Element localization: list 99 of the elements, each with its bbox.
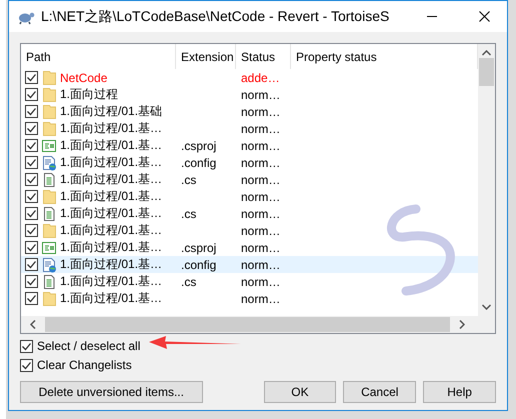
checkbox[interactable] bbox=[25, 292, 38, 305]
csharp-file-icon bbox=[41, 138, 57, 154]
checkbox[interactable] bbox=[25, 190, 38, 203]
status-text: norm… bbox=[241, 122, 280, 136]
extension-text: .csproj bbox=[181, 240, 216, 254]
checkbox[interactable] bbox=[20, 340, 33, 352]
extension-text: .config bbox=[181, 258, 216, 272]
checkbox-label[interactable]: Clear Changelists bbox=[37, 358, 132, 372]
column-header[interactable]: Status bbox=[236, 44, 291, 69]
checkbox[interactable] bbox=[25, 275, 38, 288]
file-row[interactable]: 1.面向过程/01.基… norm… bbox=[21, 188, 478, 205]
document-icon bbox=[41, 274, 57, 290]
path-text: NetCode bbox=[60, 70, 108, 84]
column-header[interactable]: Path bbox=[21, 44, 176, 69]
path-text: 1.面向过程/01.基础 bbox=[60, 103, 162, 120]
folder-icon bbox=[41, 104, 57, 120]
folder-icon bbox=[41, 290, 57, 306]
scroll-left-icon bbox=[30, 320, 36, 329]
extension-text: .cs bbox=[181, 274, 196, 288]
checkbox[interactable] bbox=[20, 358, 33, 372]
path-text: 1.面向过程/01.基… bbox=[60, 290, 162, 307]
status-text: norm… bbox=[241, 274, 280, 288]
config-file-icon bbox=[41, 256, 57, 272]
extension-text: .cs bbox=[181, 172, 196, 186]
scroll-thumb[interactable] bbox=[45, 317, 450, 332]
checkbox[interactable] bbox=[25, 105, 38, 118]
dialog-button[interactable]: OK bbox=[264, 381, 336, 403]
path-text: 1.面向过程/01.基… bbox=[60, 256, 162, 273]
status-text: norm… bbox=[241, 206, 280, 220]
file-row[interactable]: 1.面向过程/01.基… .cs norm… bbox=[21, 205, 478, 222]
file-row[interactable]: 1.面向过程/01.基… norm… bbox=[21, 120, 478, 137]
status-text: norm… bbox=[241, 240, 280, 254]
checkbox[interactable] bbox=[25, 207, 38, 220]
file-row[interactable]: 1.面向过程/01.基… .csproj norm… bbox=[21, 239, 478, 256]
checkbox[interactable] bbox=[25, 71, 38, 84]
file-row[interactable]: 1.面向过程/01.基… .cs norm… bbox=[21, 171, 478, 188]
checkbox[interactable] bbox=[25, 224, 38, 237]
status-text: norm… bbox=[241, 88, 280, 102]
file-row[interactable]: NetCode adde… bbox=[21, 69, 478, 86]
path-text: 1.面向过程/01.基… bbox=[60, 239, 162, 256]
file-row[interactable]: 1.面向过程/01.基… .cs norm… bbox=[21, 273, 478, 290]
status-text: adde… bbox=[241, 70, 280, 84]
checkbox[interactable] bbox=[25, 241, 38, 254]
path-text: 1.面向过程/01.基… bbox=[60, 205, 162, 222]
scroll-right-icon bbox=[459, 320, 465, 329]
folder-icon bbox=[41, 70, 57, 86]
dialog-button[interactable]: Cancel bbox=[343, 381, 416, 403]
path-text: 1.面向过程 bbox=[60, 86, 118, 103]
scroll-up-icon bbox=[482, 50, 491, 56]
checkbox[interactable] bbox=[25, 122, 38, 135]
checkbox[interactable] bbox=[25, 258, 38, 271]
folder-icon bbox=[41, 222, 57, 238]
checkbox-label[interactable]: Select / deselect all bbox=[37, 339, 140, 353]
status-text: norm… bbox=[241, 138, 280, 152]
minimize-icon bbox=[427, 16, 437, 17]
path-text: 1.面向过程/01.基… bbox=[60, 273, 162, 290]
file-row[interactable]: 1.面向过程/01.基础 norm… bbox=[21, 103, 478, 120]
path-text: 1.面向过程/01.基… bbox=[60, 171, 162, 188]
horizontal-scrollbar[interactable] bbox=[21, 316, 495, 333]
document-icon bbox=[41, 172, 57, 188]
status-text: norm… bbox=[241, 156, 280, 170]
close-icon bbox=[478, 11, 490, 22]
extension-text: .csproj bbox=[181, 138, 216, 152]
file-row[interactable]: 1.面向过程/01.基… norm… bbox=[21, 222, 478, 239]
status-text: norm… bbox=[241, 224, 280, 238]
document-icon bbox=[41, 206, 57, 222]
path-text: 1.面向过程/01.基… bbox=[60, 120, 162, 137]
file-row[interactable]: 1.面向过程/01.基… .config norm… bbox=[21, 256, 478, 273]
delete-unversioned-button[interactable]: Delete unversioned items... bbox=[20, 381, 203, 403]
window-title: L:\NET之路\LoTCodeBase\NetCode - Revert - TortoiseS bbox=[41, 8, 390, 26]
file-row[interactable]: 1.面向过程/01.基… .csproj norm… bbox=[21, 137, 478, 154]
path-text: 1.面向过程/01.基… bbox=[60, 137, 162, 154]
checkbox[interactable] bbox=[25, 139, 38, 152]
checkbox[interactable] bbox=[25, 173, 38, 186]
folder-icon bbox=[41, 120, 57, 136]
vertical-scrollbar[interactable] bbox=[478, 44, 495, 316]
scroll-thumb[interactable] bbox=[479, 58, 494, 86]
status-text: norm… bbox=[241, 258, 280, 272]
checkbox[interactable] bbox=[25, 88, 38, 101]
extension-text: .config bbox=[181, 156, 216, 170]
column-header[interactable]: Extension bbox=[176, 44, 236, 69]
status-text: norm… bbox=[241, 172, 280, 186]
config-file-icon bbox=[41, 154, 57, 170]
status-text: norm… bbox=[241, 104, 280, 118]
file-row[interactable]: 1.面向过程/01.基… norm… bbox=[21, 290, 478, 307]
scroll-down-icon bbox=[482, 304, 491, 310]
dialog-button[interactable]: Help bbox=[423, 381, 496, 403]
folder-icon bbox=[41, 188, 57, 204]
path-text: 1.面向过程/01.基… bbox=[60, 188, 162, 205]
status-text: norm… bbox=[241, 292, 280, 306]
path-text: 1.面向过程/01.基… bbox=[60, 222, 162, 239]
folder-icon bbox=[41, 86, 57, 102]
file-row[interactable]: 1.面向过程 norm… bbox=[21, 86, 478, 103]
path-text: 1.面向过程/01.基… bbox=[60, 154, 162, 171]
csharp-file-icon bbox=[41, 240, 57, 256]
extension-text: .cs bbox=[181, 206, 196, 220]
file-row[interactable]: 1.面向过程/01.基… .config norm… bbox=[21, 154, 478, 171]
checkbox[interactable] bbox=[25, 156, 38, 169]
status-text: norm… bbox=[241, 190, 280, 204]
